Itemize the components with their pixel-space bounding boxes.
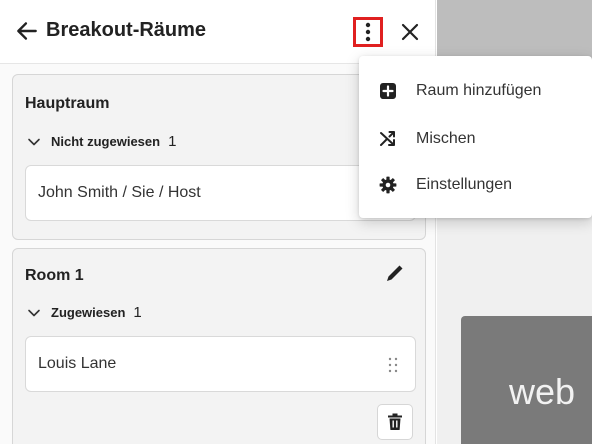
trash-icon [388, 413, 402, 430]
menu-item-settings[interactable]: Einstellungen [359, 162, 592, 208]
group-label: Zugewiesen [51, 305, 126, 320]
close-icon[interactable] [398, 20, 422, 44]
participant-name: John Smith / Sie / Host [38, 184, 201, 201]
pencil-icon[interactable] [383, 261, 407, 285]
gear-icon [379, 176, 397, 194]
video-tile-text: web [509, 371, 576, 412]
menu-item-add-room[interactable]: Raum hinzufügen [359, 68, 592, 114]
stage-top-bar [437, 0, 592, 64]
group-count: 1 [168, 133, 177, 150]
room-card: Room 1 Zugewiesen 1 Louis Lane [12, 248, 426, 444]
plus-square-icon [380, 83, 396, 99]
room-title: Room 1 [25, 267, 84, 284]
assigned-group-toggle[interactable]: Zugewiesen 1 [27, 304, 142, 321]
more-options-button[interactable] [353, 17, 383, 47]
unassigned-group-toggle[interactable]: Nicht zugewiesen 1 [27, 133, 176, 150]
video-tile[interactable]: web [461, 316, 592, 444]
menu-item-label: Mischen [416, 130, 476, 147]
menu-item-label: Einstellungen [416, 176, 513, 193]
group-label: Nicht zugewiesen [51, 134, 161, 149]
participant-item[interactable]: Louis Lane [25, 336, 416, 392]
participant-item[interactable]: John Smith / Sie / Host [25, 165, 416, 221]
participant-name: Louis Lane [38, 355, 117, 372]
options-menu: Raum hinzufügen Mischen Einstellungen [359, 56, 592, 218]
menu-item-shuffle[interactable]: Mischen [359, 116, 592, 162]
kebab-menu-icon [365, 22, 371, 42]
chevron-down-icon [28, 309, 40, 316]
shuffle-icon [380, 131, 395, 146]
delete-room-button[interactable] [377, 404, 413, 440]
panel-header: Breakout-Räume [0, 0, 435, 64]
menu-item-label: Raum hinzufügen [416, 82, 542, 99]
back-arrow-icon[interactable] [14, 18, 40, 44]
group-count: 1 [133, 304, 142, 321]
chevron-down-icon [28, 138, 40, 145]
room-title: Hauptraum [25, 95, 110, 112]
drag-handle-icon[interactable] [387, 357, 399, 373]
panel-title: Breakout-Räume [46, 19, 207, 41]
